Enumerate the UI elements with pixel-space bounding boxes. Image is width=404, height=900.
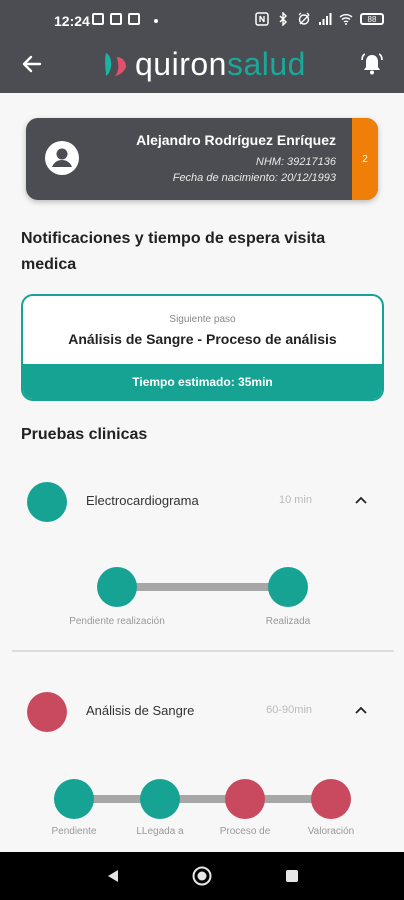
progress-step-node bbox=[225, 779, 265, 819]
test-duration: 10 min bbox=[278, 494, 312, 506]
patient-birthdate: Fecha de nacimiento: 20/12/1993 bbox=[172, 172, 336, 184]
patient-nhm: NHM: 39217136 bbox=[255, 156, 336, 168]
next-step-card: Siguiente paso Análisis de Sangre - Proc… bbox=[21, 294, 384, 401]
progress-step-node bbox=[54, 779, 94, 819]
alarm-icon bbox=[298, 12, 310, 25]
pruebas-title: Pruebas clinicas bbox=[21, 426, 148, 443]
test-progress-analisis-sangre: Pendiente LLegada a Proceso de Valoració… bbox=[0, 779, 404, 849]
progress-step-label: Realizada bbox=[265, 616, 311, 627]
bell-icon bbox=[361, 53, 383, 75]
test-status-circle bbox=[27, 482, 67, 522]
notifications-title: Notificaciones y tiempo de espera visita… bbox=[21, 230, 326, 273]
progress-step-label: Pendiente realización bbox=[69, 616, 165, 627]
chevron-up-icon bbox=[355, 496, 367, 504]
twitch-icon bbox=[110, 13, 122, 25]
test-duration: 60-90min bbox=[266, 704, 312, 716]
battery-icon: 88 bbox=[360, 13, 384, 25]
collapse-button[interactable] bbox=[350, 700, 372, 722]
progress-step-node bbox=[311, 779, 351, 819]
patient-info: Alejandro Rodríguez Enríquez NHM: 392171… bbox=[86, 132, 350, 186]
progress-line bbox=[117, 583, 288, 591]
section-divider bbox=[12, 650, 394, 652]
progress-step-node bbox=[268, 567, 308, 607]
estimated-time: Tiempo estimado: 35min bbox=[23, 364, 382, 399]
wifi-icon bbox=[339, 14, 353, 25]
notifications-button[interactable] bbox=[356, 48, 388, 80]
progress-line bbox=[74, 795, 331, 803]
patient-card[interactable]: Alejandro Rodríguez Enríquez NHM: 392171… bbox=[26, 118, 378, 200]
test-row-electrocardiograma[interactable]: Electrocardiograma 10 min bbox=[0, 480, 404, 524]
quironsalud-logo: quironsalud bbox=[103, 42, 306, 86]
app-notification-icon bbox=[92, 13, 104, 25]
nav-home-icon bbox=[192, 866, 212, 886]
system-icons: 88 bbox=[255, 12, 384, 26]
test-name: Electrocardiograma bbox=[86, 493, 199, 508]
progress-step-label: Valoración bbox=[307, 826, 355, 837]
collapse-button[interactable] bbox=[350, 490, 372, 512]
system-nav-bar bbox=[0, 852, 404, 900]
signal-icon bbox=[319, 13, 332, 25]
next-step-value: Análisis de Sangre - Proceso de análisis bbox=[68, 331, 337, 347]
more-notifications-icon bbox=[154, 19, 158, 23]
progress-step-node bbox=[97, 567, 137, 607]
patient-card-tab[interactable]: 2 bbox=[352, 118, 378, 200]
nav-recents-button[interactable] bbox=[280, 864, 304, 888]
next-step-label: Siguiente paso bbox=[169, 314, 236, 325]
progress-step-node bbox=[140, 779, 180, 819]
chevron-up-icon bbox=[355, 706, 367, 714]
test-name: Análisis de Sangre bbox=[86, 703, 195, 718]
test-status-circle bbox=[27, 692, 67, 732]
logo-text-quiron: quiron bbox=[135, 45, 227, 82]
notification-icons bbox=[92, 13, 158, 25]
bluetooth-icon bbox=[279, 12, 287, 26]
nfc-icon bbox=[255, 12, 269, 26]
status-bar: 12:24 88 bbox=[0, 0, 404, 40]
test-row-analisis-sangre[interactable]: Análisis de Sangre 60-90min bbox=[0, 690, 404, 734]
top-bar: 12:24 88 quironsalud bbox=[0, 0, 404, 93]
arrow-left-icon bbox=[22, 55, 42, 73]
user-avatar-icon bbox=[45, 141, 79, 175]
status-time: 12:24 bbox=[54, 13, 90, 29]
back-button[interactable] bbox=[16, 48, 48, 80]
nav-back-icon bbox=[108, 870, 118, 882]
instagram-icon bbox=[128, 13, 140, 25]
patient-name: Alejandro Rodríguez Enríquez bbox=[136, 132, 336, 148]
logo-mark-icon bbox=[105, 53, 126, 76]
nav-recents-icon bbox=[286, 870, 298, 882]
app-header: quironsalud bbox=[0, 40, 404, 93]
nav-home-button[interactable] bbox=[190, 864, 214, 888]
test-progress-electrocardiograma: Pendiente realización Realizada bbox=[0, 567, 404, 637]
logo-text-salud: salud bbox=[226, 45, 306, 82]
nav-back-button[interactable] bbox=[101, 864, 125, 888]
